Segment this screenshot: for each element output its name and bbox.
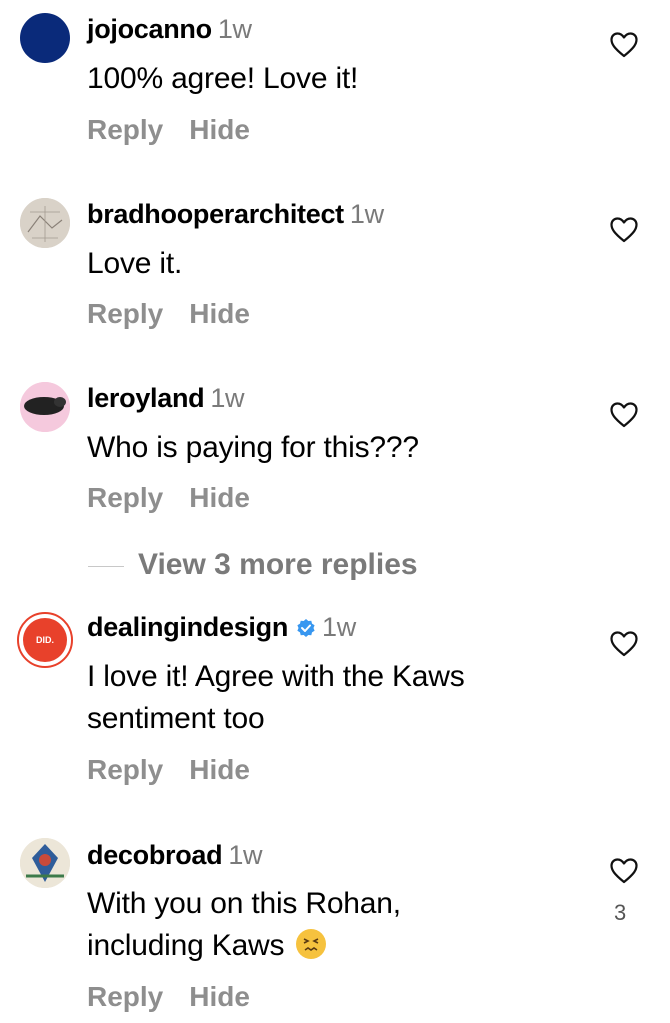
- comment-text-segment: including Kaws: [87, 929, 285, 962]
- reply-button[interactable]: Reply: [87, 114, 163, 145]
- comment-timestamp: 1w: [349, 199, 384, 229]
- comment-timestamp: 1w: [217, 14, 252, 44]
- hide-button[interactable]: Hide: [189, 482, 250, 513]
- heart-icon[interactable]: [610, 217, 638, 243]
- avatar[interactable]: [20, 838, 70, 888]
- comment-username[interactable]: jojocanno 1w: [87, 14, 252, 45]
- comment-text-line: With you on this Rohan,: [87, 887, 401, 920]
- comment-text-line: I love it! Agree with the Kaws: [87, 660, 465, 693]
- comment-username[interactable]: bradhooperarchitect 1w: [87, 199, 384, 230]
- comment-timestamp: 1w: [322, 612, 356, 642]
- reply-button[interactable]: Reply: [87, 754, 163, 785]
- comment-text: With you on this Rohan, including Kaws: [87, 883, 557, 967]
- heart-icon[interactable]: [610, 631, 638, 657]
- avatar-inner: DID.: [23, 618, 67, 662]
- like-count: 3: [614, 900, 627, 925]
- username-text[interactable]: dealingindesign: [87, 612, 288, 642]
- view-more-replies[interactable]: View 3 more replies: [88, 546, 488, 586]
- hide-button[interactable]: Hide: [189, 981, 250, 1012]
- comment-actions: Reply Hide: [87, 298, 250, 330]
- hide-button[interactable]: Hide: [189, 754, 250, 785]
- hide-button[interactable]: Hide: [189, 298, 250, 329]
- comment-text: 100% agree! Love it!: [87, 62, 359, 95]
- mosaic-avatar-icon: [20, 838, 70, 888]
- comment-text-line: including Kaws: [87, 925, 557, 967]
- comment-actions: Reply Hide: [87, 981, 250, 1013]
- heart-icon[interactable]: [610, 858, 638, 884]
- heart-icon[interactable]: [610, 32, 638, 58]
- username-text[interactable]: decobroad: [87, 840, 223, 870]
- avatar[interactable]: [20, 382, 70, 432]
- dog-avatar-icon: [20, 382, 70, 432]
- avatar[interactable]: [20, 198, 70, 248]
- comment-text: Love it.: [87, 247, 183, 280]
- hide-button[interactable]: Hide: [189, 114, 250, 145]
- confounded-face-icon: [296, 929, 327, 959]
- username-text[interactable]: bradhooperarchitect: [87, 199, 344, 229]
- avatar-label: DID.: [36, 635, 54, 645]
- avatar[interactable]: DID.: [17, 612, 73, 668]
- reply-button[interactable]: Reply: [87, 298, 163, 329]
- avatar[interactable]: [20, 13, 70, 63]
- comment-username[interactable]: decobroad 1w: [87, 840, 263, 871]
- username-text[interactable]: leroyland: [87, 383, 205, 413]
- heart-icon[interactable]: [610, 402, 638, 428]
- comment-timestamp: 1w: [210, 383, 245, 413]
- reply-button[interactable]: Reply: [87, 482, 163, 513]
- comment-timestamp: 1w: [228, 840, 263, 870]
- comment-username[interactable]: leroyland 1w: [87, 383, 245, 414]
- comment-text: Who is paying for this???: [87, 431, 419, 464]
- verified-badge-icon: [297, 619, 315, 637]
- comment-actions: Reply Hide: [87, 754, 250, 786]
- comment-text-line: sentiment too: [87, 702, 265, 735]
- reply-button[interactable]: Reply: [87, 981, 163, 1012]
- comment-username[interactable]: dealingindesign 1w: [87, 612, 356, 643]
- divider-line: [88, 566, 124, 567]
- username-text[interactable]: jojocanno: [87, 14, 212, 44]
- view-more-replies-label[interactable]: View 3 more replies: [138, 548, 418, 582]
- comment-actions: Reply Hide: [87, 482, 250, 514]
- comment-text: I love it! Agree with the Kaws sentiment…: [87, 656, 557, 740]
- sketch-avatar-icon: [20, 198, 70, 248]
- comment-actions: Reply Hide: [87, 114, 250, 146]
